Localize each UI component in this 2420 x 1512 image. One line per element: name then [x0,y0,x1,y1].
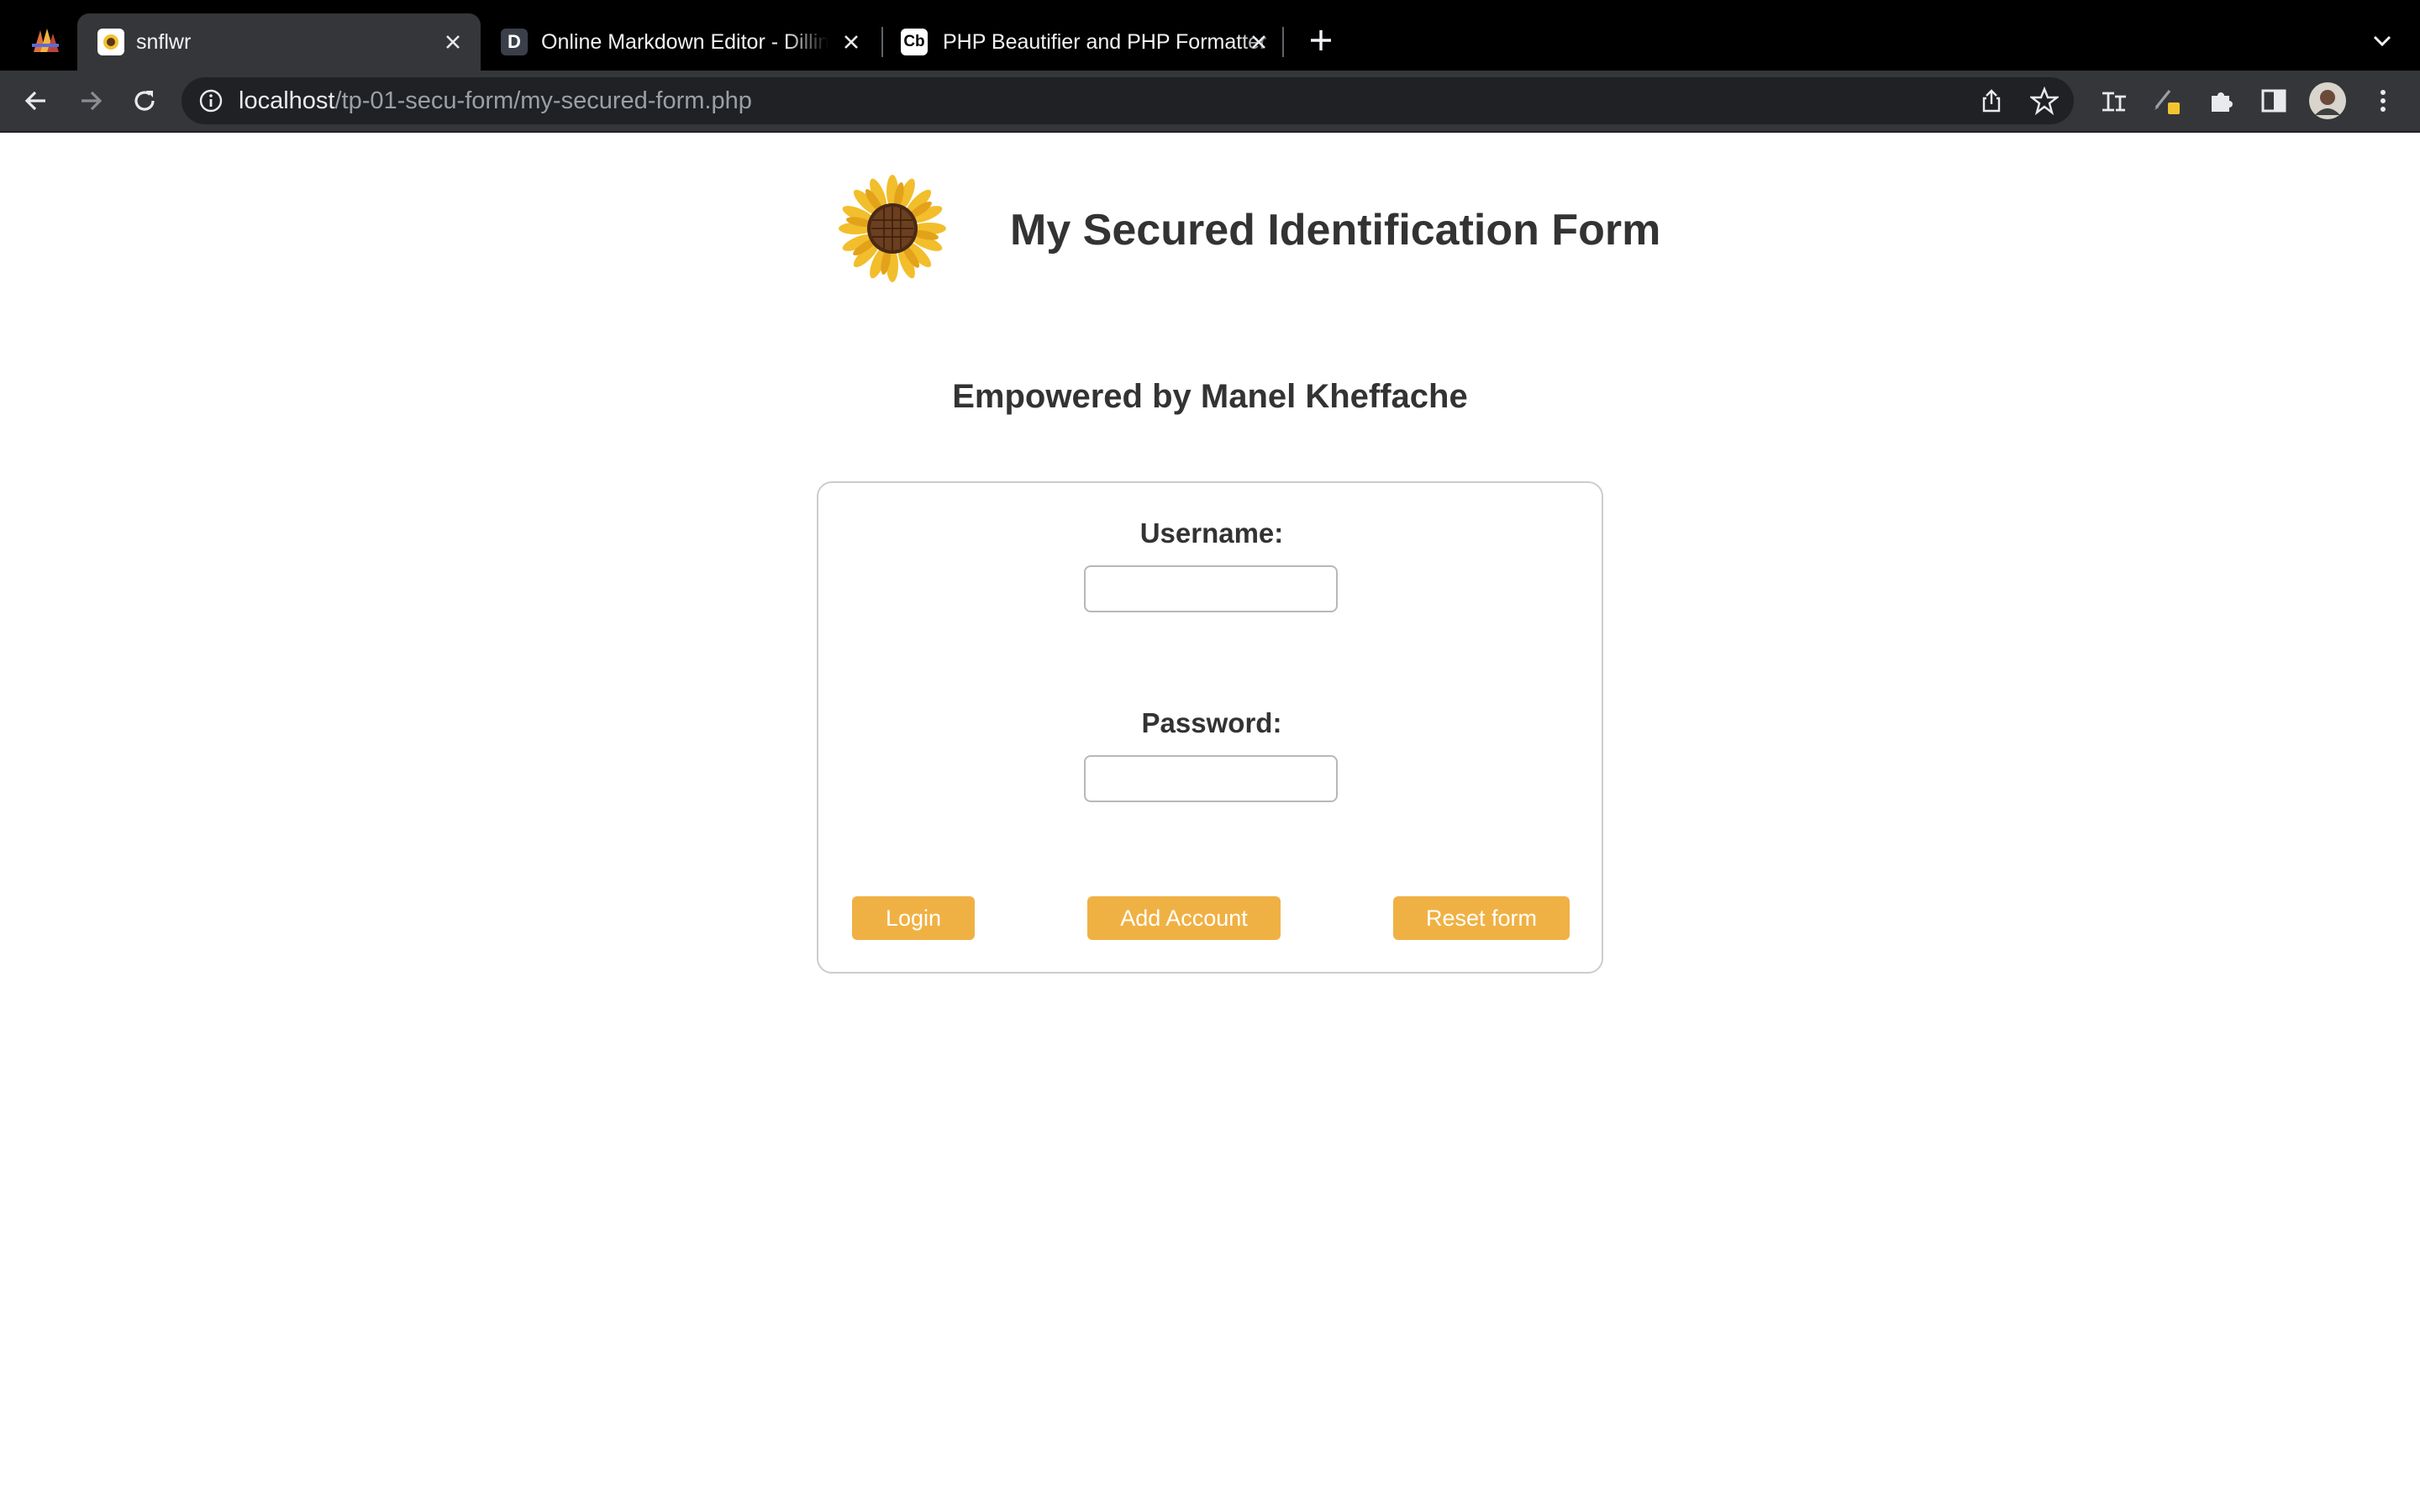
plus-icon[interactable] [1306,25,1336,55]
tab-snflwr[interactable]: snflwr [77,13,481,71]
password-label: Password: [1141,707,1282,738]
side-panel-icon[interactable] [2252,79,2296,123]
tab-php-beautifier[interactable]: Cb PHP Beautifier and PHP Formatter [884,13,1282,71]
pen-extension-icon[interactable] [2144,79,2188,123]
reset-form-button[interactable]: Reset form [1393,896,1570,940]
add-account-button[interactable]: Add Account [1087,896,1281,940]
reload-icon[interactable] [123,79,166,123]
extensions-puzzle-icon[interactable] [2200,79,2244,123]
page-title: My Secured Identification Form [1010,206,1661,255]
close-tab-icon[interactable] [837,28,865,56]
sunflower-icon [839,175,946,282]
site-info-icon[interactable] [198,88,224,113]
login-button[interactable]: Login [852,896,975,940]
tab-title: PHP Beautifier and PHP Formatter [943,30,1267,54]
close-tab-icon[interactable] [439,28,467,56]
browser-tab-strip: snflwr D Online Markdown Editor - Dillin… [0,0,2420,71]
codebeautify-favicon-icon: Cb [901,29,928,55]
url-text[interactable]: localhost/tp-01-secu-form/my-secured-for… [239,77,752,124]
bookmark-star-icon[interactable] [2028,86,2060,116]
tab-dillinger[interactable]: D Online Markdown Editor - Dillinger [484,13,882,71]
back-arrow-icon[interactable] [14,79,58,123]
tab-separator [1282,27,1284,57]
password-input[interactable] [1084,755,1338,802]
tab-separator [881,27,883,57]
translate-extension-icon[interactable] [2092,79,2136,123]
dillinger-favicon-icon: D [501,29,528,55]
url-path: /tp-01-secu-form/my-secured-form.php [334,87,752,114]
share-icon[interactable] [1978,87,2005,114]
url-host: localhost [239,87,335,114]
chevron-down-icon[interactable] [2368,29,2396,54]
username-label: Username: [1139,517,1284,549]
browser-toolbar: localhost/tp-01-secu-form/my-secured-for… [0,71,2420,131]
tab-title: snflwr [136,30,192,54]
address-bar[interactable]: localhost/tp-01-secu-form/my-secured-for… [182,77,2074,124]
profile-avatar-icon[interactable] [2306,79,2349,123]
browser-logo-icon[interactable] [30,25,60,54]
username-input[interactable] [1084,565,1338,612]
more-menu-icon[interactable] [2361,79,2405,123]
close-tab-icon[interactable] [1244,28,1273,56]
forward-arrow-icon[interactable] [69,79,113,123]
sunflower-favicon-icon [97,29,124,55]
toolbar-divider [0,131,2420,133]
tab-title: Online Markdown Editor - Dillinger [541,30,829,54]
login-form: Username: Password: Login Add Account Re… [817,481,1603,974]
page-subtitle: Empowered by Manel Kheffache [952,378,1468,415]
